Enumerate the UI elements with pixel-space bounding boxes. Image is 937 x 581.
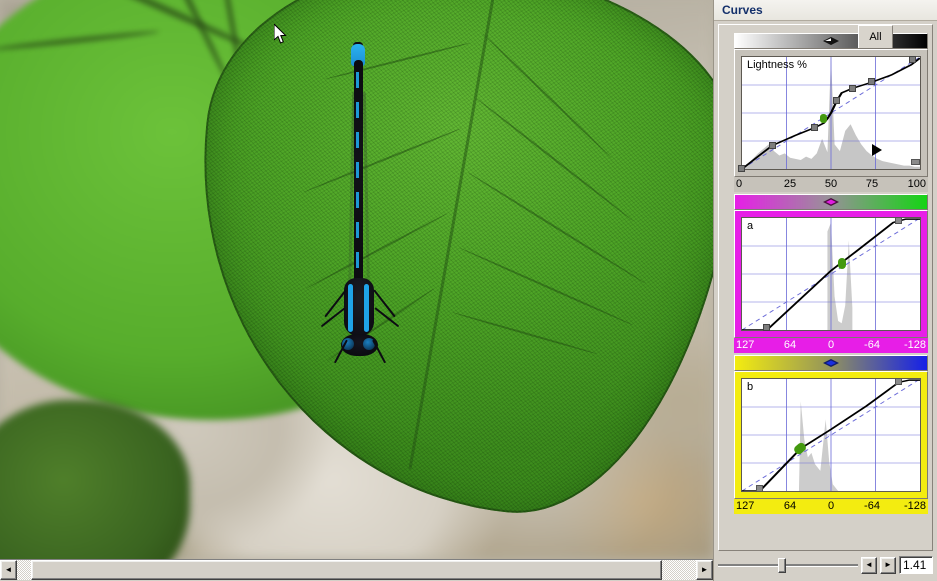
leaf-vein bbox=[481, 32, 613, 159]
b-grid bbox=[742, 379, 920, 491]
image-canvas-area[interactable]: ◄ ► bbox=[0, 0, 713, 581]
control-point[interactable] bbox=[895, 377, 903, 385]
axis-tick: 0 bbox=[736, 178, 743, 190]
axis-tick: -64 bbox=[864, 339, 880, 351]
axis-tick: -128 bbox=[903, 500, 926, 512]
lightness-curve-block: Lightness % 0 25 50 75 100 bbox=[734, 33, 928, 192]
zoom-slider-thumb[interactable] bbox=[778, 557, 787, 573]
control-point[interactable] bbox=[868, 78, 876, 86]
axis-tick: 64 bbox=[783, 500, 797, 512]
leaf-vein bbox=[459, 246, 634, 326]
axis-tick: 64 bbox=[783, 339, 797, 351]
curves-tab-body: Lightness % 0 25 50 75 100 a 127 64 0 -6… bbox=[718, 24, 933, 551]
zoom-slider-track bbox=[718, 564, 858, 566]
damselfly-wing bbox=[362, 91, 371, 303]
b-plot-wrap: b bbox=[734, 371, 928, 499]
b-gradient-bar[interactable] bbox=[734, 355, 928, 371]
panel-title: Curves bbox=[714, 0, 937, 21]
lightness-plot-label: Lightness % bbox=[747, 59, 807, 71]
lightness-plot-wrap: Lightness % bbox=[734, 49, 928, 177]
curves-dialog-window: ◄ ► Curves Lightness a b All bbox=[0, 0, 937, 581]
lightness-gradient-marker-icon[interactable] bbox=[823, 37, 839, 45]
lightness-axis-labels: 0 25 50 75 100 bbox=[734, 177, 928, 192]
lightness-plot[interactable]: Lightness % bbox=[738, 55, 921, 172]
damselfly-thorax-stripe bbox=[364, 284, 369, 332]
control-point[interactable] bbox=[763, 324, 771, 332]
zoom-decrement-button[interactable]: ◄ bbox=[861, 556, 877, 574]
b-axis-labels: 127 64 0 -64 -128 bbox=[734, 499, 928, 514]
b-plot-label: b bbox=[747, 381, 754, 393]
axis-tick: 0 bbox=[827, 339, 835, 351]
zoom-slider[interactable] bbox=[718, 556, 858, 574]
b-plot[interactable]: b bbox=[741, 377, 921, 493]
zoom-control-bar[interactable]: ◄ ► 1.41 bbox=[718, 553, 933, 577]
a-gradient-marker-icon[interactable] bbox=[823, 198, 839, 206]
a-plot-label: a bbox=[747, 220, 754, 232]
photo-canvas[interactable] bbox=[0, 0, 713, 559]
range-marker-triangle-icon[interactable] bbox=[871, 144, 882, 157]
scroll-right-button[interactable]: ► bbox=[696, 560, 713, 580]
scroll-left-button[interactable]: ◄ bbox=[0, 560, 17, 580]
image-horizontal-scrollbar[interactable]: ◄ ► bbox=[0, 559, 713, 581]
tab-all-label: All bbox=[869, 31, 882, 43]
leaf-vein bbox=[452, 311, 598, 355]
axis-tick: -128 bbox=[903, 339, 926, 351]
axis-tick: 127 bbox=[736, 339, 755, 351]
a-gradient-bar[interactable] bbox=[734, 194, 928, 210]
axis-tick: 50 bbox=[824, 178, 838, 190]
endpoint-handle[interactable] bbox=[911, 159, 920, 165]
zoom-value-field[interactable]: 1.41 bbox=[899, 556, 933, 574]
tab-all[interactable]: All bbox=[858, 25, 893, 48]
control-point[interactable] bbox=[832, 97, 840, 105]
leaf-vein bbox=[303, 127, 463, 194]
a-grid bbox=[742, 218, 920, 330]
a-plot[interactable]: a bbox=[741, 216, 921, 332]
a-plot-wrap: a bbox=[734, 210, 928, 338]
a-curve-block: a 127 64 0 -64 -128 bbox=[734, 194, 928, 353]
b-gradient-marker-icon[interactable] bbox=[823, 359, 839, 367]
leaf-vein bbox=[474, 96, 634, 222]
b-curve-block: b 127 64 0 -64 -128 bbox=[734, 355, 928, 514]
zoom-increment-button[interactable]: ► bbox=[880, 556, 896, 574]
axis-tick: 75 bbox=[865, 178, 879, 190]
damselfly-abdomen-stripe bbox=[356, 72, 359, 302]
control-point[interactable] bbox=[895, 216, 903, 224]
control-point[interactable] bbox=[811, 124, 819, 132]
a-axis-labels: 127 64 0 -64 -128 bbox=[734, 338, 928, 353]
axis-tick: 25 bbox=[783, 178, 797, 190]
leaf-midrib bbox=[408, 0, 497, 470]
curves-panel: Curves Lightness a b All bbox=[713, 0, 937, 581]
axis-tick: 0 bbox=[827, 500, 835, 512]
lightness-curve-svg[interactable] bbox=[742, 57, 920, 169]
control-point[interactable] bbox=[768, 142, 776, 150]
scrollbar-thumb[interactable] bbox=[30, 560, 663, 580]
scrollbar-track[interactable] bbox=[17, 560, 696, 580]
control-point[interactable] bbox=[756, 485, 764, 493]
control-point[interactable] bbox=[909, 55, 917, 63]
lightness-gradient-bar[interactable] bbox=[734, 33, 928, 49]
leaf-vein bbox=[467, 171, 647, 285]
control-point-selected[interactable] bbox=[838, 258, 847, 270]
control-point[interactable] bbox=[848, 85, 856, 92]
a-curve-svg[interactable] bbox=[742, 218, 920, 330]
axis-tick: 127 bbox=[736, 500, 755, 512]
damselfly-thorax-stripe bbox=[348, 284, 353, 332]
damselfly bbox=[320, 40, 400, 364]
control-point-selected[interactable] bbox=[820, 114, 828, 124]
control-point[interactable] bbox=[738, 164, 746, 172]
axis-tick: -64 bbox=[864, 500, 880, 512]
b-curve-svg[interactable] bbox=[742, 379, 920, 491]
axis-tick: 100 bbox=[907, 178, 926, 190]
